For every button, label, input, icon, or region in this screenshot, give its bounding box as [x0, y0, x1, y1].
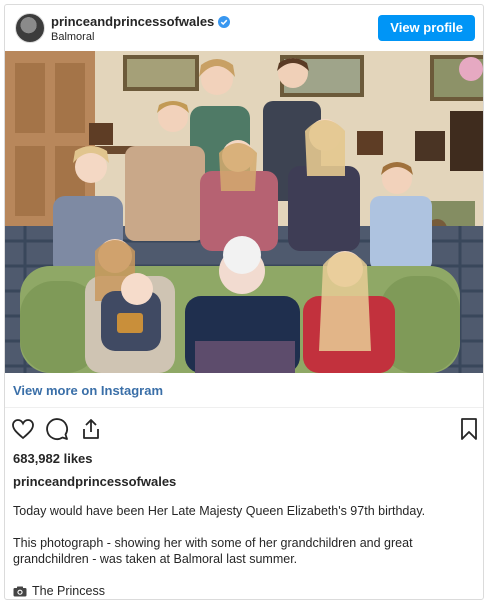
heart-icon[interactable]	[11, 417, 35, 441]
instagram-post: princeandprincessofwales Balmoral View p…	[4, 4, 484, 600]
bookmark-icon[interactable]	[457, 417, 481, 441]
avatar[interactable]	[15, 13, 45, 43]
action-bar	[11, 417, 477, 445]
view-more-link[interactable]: View more on Instagram	[13, 383, 163, 398]
caption-signature: The Princess	[13, 583, 473, 599]
view-profile-button[interactable]: View profile	[378, 15, 475, 41]
camera-icon	[13, 586, 27, 596]
username-row: princeandprincessofwales	[51, 14, 231, 29]
comment-icon[interactable]	[45, 417, 69, 441]
likes-count[interactable]: 683,982 likes	[13, 451, 93, 466]
verified-badge-icon	[218, 15, 231, 28]
location[interactable]: Balmoral	[51, 31, 94, 43]
username[interactable]: princeandprincessofwales	[51, 14, 214, 29]
caption-username[interactable]: princeandprincessofwales	[13, 474, 176, 489]
caption-signature-text: The Princess	[32, 584, 105, 598]
caption-line-1: Today would have been Her Late Majesty Q…	[13, 504, 426, 518]
post-header: princeandprincessofwales Balmoral View p…	[5, 5, 483, 49]
family-photo[interactable]	[5, 51, 483, 373]
share-icon[interactable]	[79, 417, 103, 441]
caption-line-2: This photograph - showing her with some …	[13, 536, 413, 566]
divider	[5, 407, 483, 408]
